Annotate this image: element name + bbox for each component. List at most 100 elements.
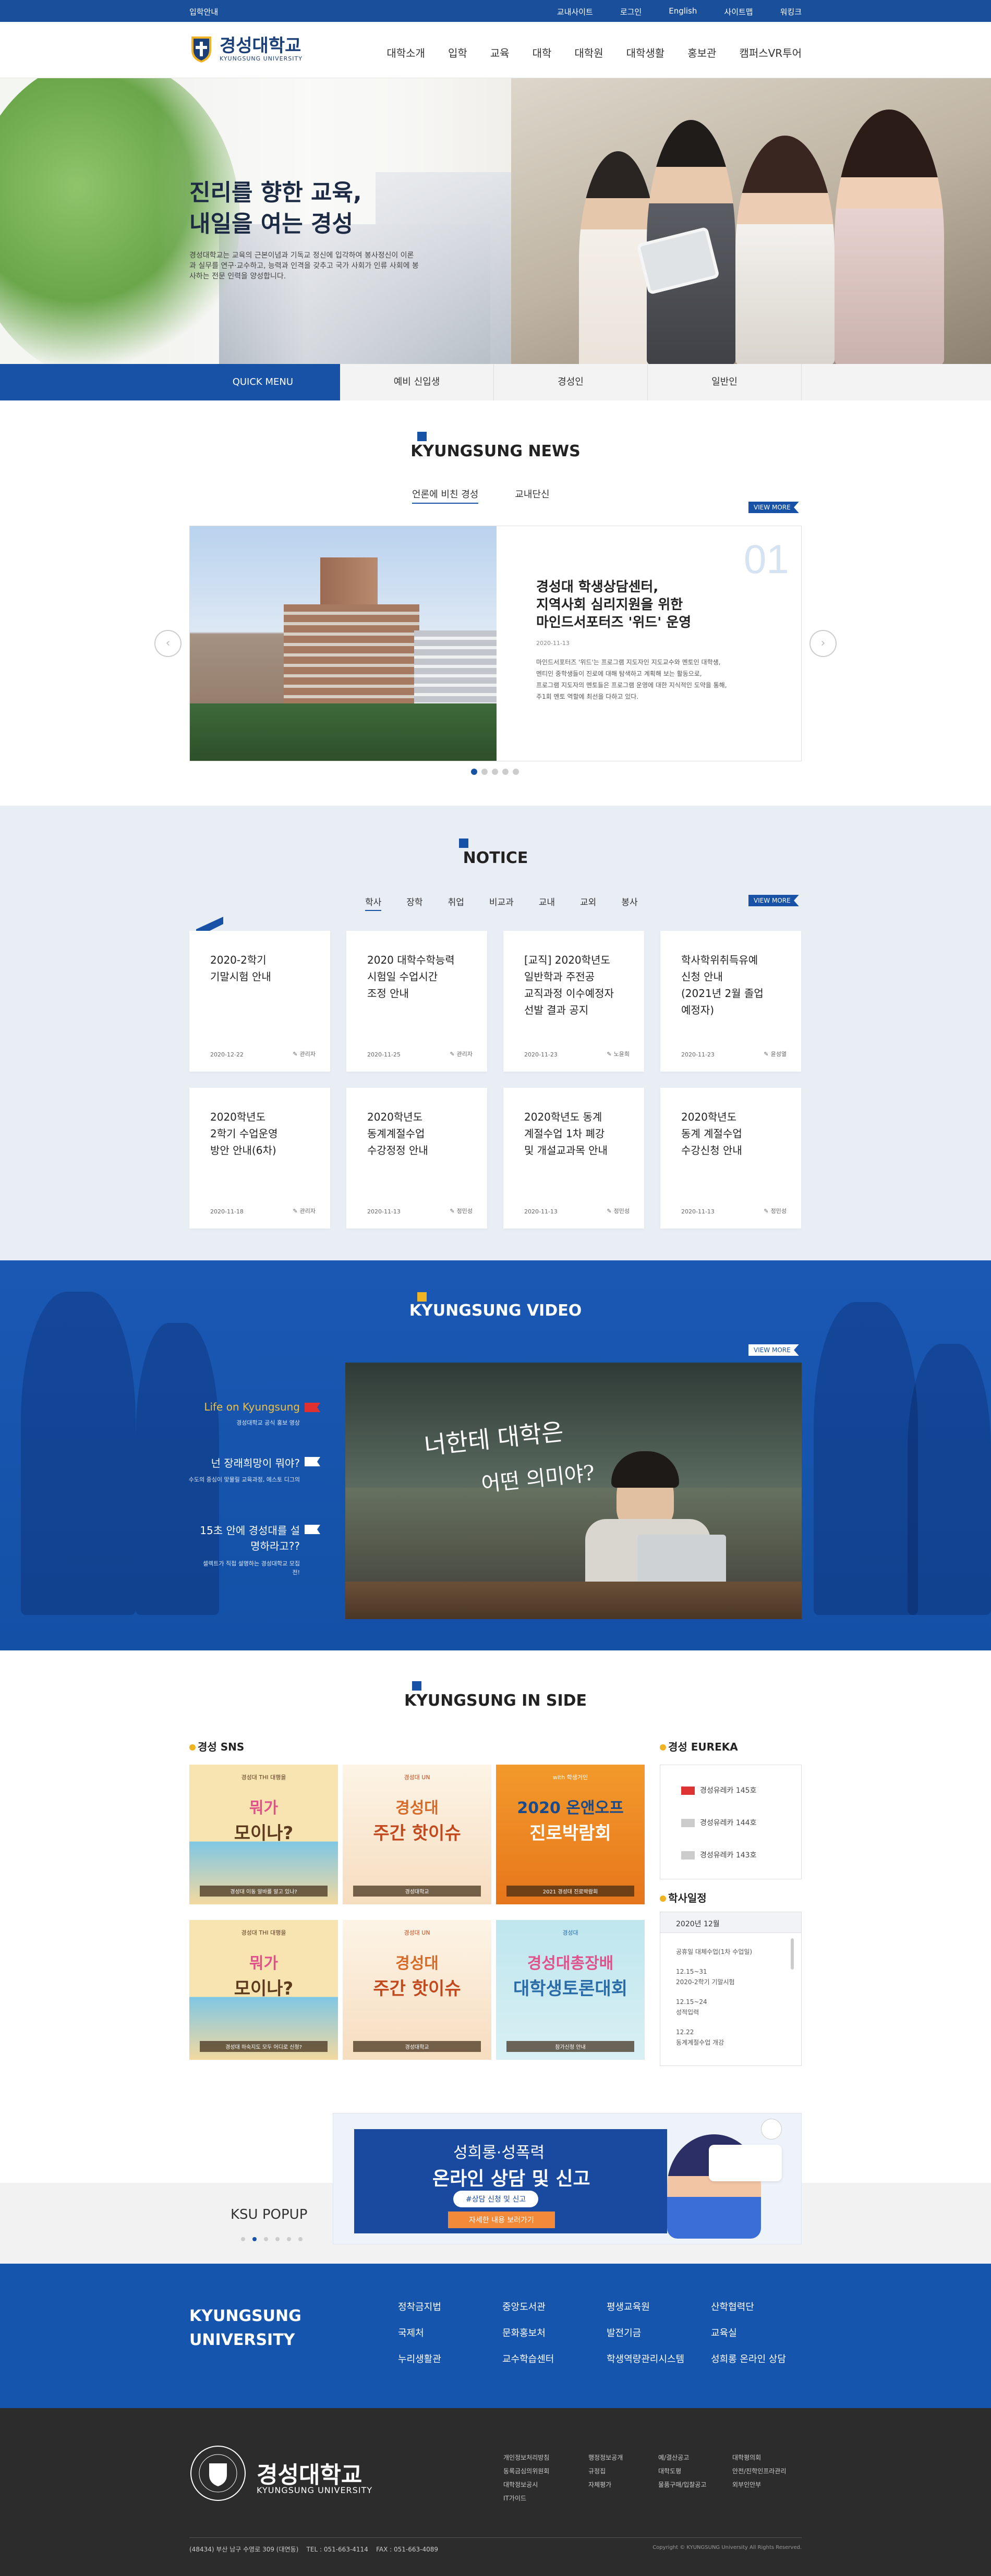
footer-link[interactable]: 발전기금: [607, 2326, 641, 2339]
news-pager-dot[interactable]: [502, 769, 509, 775]
footer-small-link[interactable]: 외부인안부: [732, 2480, 761, 2489]
footer-link[interactable]: 교육실: [711, 2326, 737, 2339]
popup-pager-dot[interactable]: [298, 2237, 303, 2241]
news-next-arrow-icon[interactable]: ›: [809, 630, 837, 657]
footer-link[interactable]: 국제처: [398, 2326, 424, 2339]
eureka-item-145[interactable]: 경성유레카 145호: [681, 1785, 756, 1795]
footer-small-link[interactable]: 대학평의회: [732, 2453, 761, 2462]
footer-small-link[interactable]: 예/결산공고: [658, 2453, 689, 2462]
footer-link[interactable]: 정착금지법: [398, 2300, 441, 2313]
sns-tile[interactable]: 경성대 경성대총장배 대학생토론대회 참가신청 안내: [496, 1920, 645, 2060]
top-link-english[interactable]: English: [669, 6, 697, 17]
popup-pager-dot[interactable]: [252, 2237, 257, 2241]
notice-card[interactable]: 2020-2학기 기말시험 안내 2020-12-22 ✎ 관리자: [189, 931, 330, 1072]
popup-pager-dot[interactable]: [275, 2237, 280, 2241]
popup-pager-dot[interactable]: [241, 2237, 245, 2241]
notice-card-title-line: (2021년 2월 졸업: [681, 987, 764, 1000]
footer-link[interactable]: 누리생활관: [398, 2352, 441, 2365]
sns-tile[interactable]: 경성대 THI 대행을 뭐가 모이나? 경성대 이동 알바를 알고 있나?: [189, 1765, 338, 1904]
tab-campus-news[interactable]: 교내단신: [515, 487, 549, 504]
popup-pager-dot[interactable]: [264, 2237, 268, 2241]
footer-link[interactable]: 중앙도서관: [502, 2300, 546, 2313]
sns-tile-tag: 경성대 THI 대행을: [241, 1774, 286, 1781]
footer-small-link[interactable]: 개인정보처리방침: [503, 2453, 549, 2462]
notice-card[interactable]: 2020 대학수학능력 시험일 수업시간 조정 안내 2020-11-25 ✎ 관리자: [346, 931, 487, 1072]
news-pager-dot[interactable]: [471, 769, 477, 775]
notice-card[interactable]: 2020학년도 동계계절수업 수강정정 안내 2020-11-13 ✎ 정민성: [346, 1088, 487, 1229]
notice-tab-extracurricular[interactable]: 비교과: [489, 895, 514, 911]
quick-item-freshmen[interactable]: 예비 신입생: [340, 364, 494, 400]
tab-press[interactable]: 언론에 비친 경성: [412, 487, 479, 504]
quick-item-students[interactable]: 경성인: [494, 364, 648, 400]
video-list-item-3[interactable]: 15초 안에 경성대를 설명하라고?? 셀렉트가 직접 설명하는 경성대학교 모…: [196, 1523, 300, 1577]
nav-education[interactable]: 교육: [490, 45, 510, 60]
footer-small-link[interactable]: 동록금심의위원회: [503, 2466, 549, 2475]
footer-link[interactable]: 교수학습센터: [502, 2352, 554, 2365]
schedule-item: 12.15~31 2020-2학기 기말시험: [676, 1966, 752, 1987]
video-list-item-1[interactable]: Life on Kyungsung 경성대학교 공식 홍보 영상: [204, 1401, 300, 1427]
footer-small-link[interactable]: 규정집: [588, 2466, 606, 2475]
logo[interactable]: 경성대학교 KYUNGSUNG UNIVERSITY: [189, 34, 303, 64]
footer-small-link[interactable]: 자체평가: [588, 2480, 611, 2489]
notice-tab-academic[interactable]: 학사: [365, 895, 382, 911]
footer-small-link[interactable]: 물품구매/입찰공고: [658, 2480, 706, 2489]
notice-card[interactable]: 학사학위취득유예 신청 안내 (2021년 2월 졸업 예정자) 2020-11-23 ✎…: [660, 931, 801, 1072]
nav-vr-tour[interactable]: 캠퍼스VR투어: [739, 45, 802, 60]
news-pager-dot[interactable]: [492, 769, 498, 775]
footer-link[interactable]: 학생역량관리시스템: [607, 2352, 684, 2365]
top-link-webmail[interactable]: 워킹크: [780, 6, 802, 17]
footer-link[interactable]: 성희롱 온라인 상담: [711, 2352, 786, 2365]
notice-card[interactable]: 2020학년도 동계 계절수업 수강신청 안내 2020-11-13 ✎ 정민성: [660, 1088, 801, 1229]
top-link-sitemap[interactable]: 사이트맵: [724, 6, 753, 17]
news-prev-arrow-icon[interactable]: ‹: [154, 630, 182, 657]
nav-graduate[interactable]: 대학원: [574, 45, 603, 60]
sns-tile-heading: 경성대: [395, 1799, 439, 1817]
pencil-icon: ✎: [450, 1051, 455, 1058]
news-pager-dot[interactable]: [513, 769, 519, 775]
nav-college[interactable]: 대학: [533, 45, 552, 60]
video-view-more-button[interactable]: VIEW MORE: [748, 1344, 799, 1356]
quick-item-public[interactable]: 일반인: [648, 364, 802, 400]
eureka-item-144[interactable]: 경성유레카 144호: [681, 1817, 756, 1828]
footer-small-link[interactable]: 대학도평: [658, 2466, 681, 2475]
footer-link[interactable]: 평생교육원: [607, 2300, 650, 2313]
notice-card[interactable]: 2020학년도 동계 계절수업 1차 폐강 및 개설교과목 안내 2020-11-13…: [503, 1088, 644, 1229]
sns-tile[interactable]: 경성대 UN 경성대 주간 핫이슈 경성대학교: [343, 1765, 491, 1904]
popup-pager-dot[interactable]: [287, 2237, 291, 2241]
top-link-login[interactable]: 로그인: [620, 6, 642, 17]
top-link-intranet[interactable]: 교내사이트: [557, 6, 593, 17]
sns-tile[interactable]: 경성대 UN 경성대 주간 핫이슈 경성대학교: [343, 1920, 491, 2060]
notice-card-writer: ✎ 윤성열: [764, 1050, 787, 1058]
popup-banner[interactable]: 성희롱·성폭력 온라인 상담 및 신고 #상담 신청 및 신고 자세한 내용 보…: [333, 2113, 802, 2244]
eureka-item-143[interactable]: 경성유레카 143호: [681, 1850, 756, 1860]
video-player[interactable]: 너한테 대학은 어떤 의미야?: [345, 1363, 802, 1619]
schedule-scrollbar[interactable]: [791, 1938, 794, 1970]
nav-about[interactable]: 대학소개: [386, 45, 425, 60]
news-card[interactable]: 01 경성대 학생상담센터, 지역사회 심리지원을 위한 마인드서포터즈 '위드…: [189, 526, 802, 761]
footer-link[interactable]: 문화홍보처: [502, 2326, 546, 2339]
news-pager-dot[interactable]: [481, 769, 488, 775]
notice-tab-external[interactable]: 교외: [580, 895, 596, 911]
footer-small-link[interactable]: 대학정보공시: [503, 2480, 538, 2489]
notice-tab-campus[interactable]: 교내: [539, 895, 555, 911]
notice-view-more-button[interactable]: VIEW MORE: [748, 895, 799, 906]
admission-link[interactable]: 입학안내: [189, 6, 218, 17]
nav-admission[interactable]: 입학: [448, 45, 467, 60]
footer-link[interactable]: 산학협력단: [711, 2300, 754, 2313]
footer-small-link[interactable]: IT가이드: [503, 2494, 526, 2502]
notice-card[interactable]: 2020학년도 2학기 수업운영 방안 안내(6차) 2020-11-18 ✎ 관리자: [189, 1088, 330, 1229]
notice-card[interactable]: [교직] 2020학년도 일반학과 주전공 교직과정 이수예정자 선발 결과 공지 20…: [503, 931, 644, 1072]
video-list-item-2[interactable]: 넌 장래희망이 뭐야? 수도의 중심이 맞물릴 교육과정, 에스토 디그의: [185, 1455, 300, 1484]
footer-small-link[interactable]: 안전/진학인프라관리: [732, 2466, 786, 2475]
nav-campus-life[interactable]: 대학생활: [626, 45, 665, 60]
notice-tab-volunteer[interactable]: 봉사: [621, 895, 637, 911]
sns-tile[interactable]: 경성대 THI 대행을 뭐가 모이나? 경성대 하숙지도 모두 어디로 신청?: [189, 1920, 338, 2060]
news-view-more-button[interactable]: VIEW MORE: [748, 502, 799, 513]
nav-pr[interactable]: 홍보관: [687, 45, 716, 60]
notice-tab-scholarship[interactable]: 장학: [406, 895, 422, 911]
sns-tile[interactable]: with 학생거인 2020 온앤오프 진로박람회 2021 경성대 진로박람회: [496, 1765, 645, 1904]
popup-banner-button[interactable]: 자세한 내용 보러가기: [448, 2212, 555, 2228]
notice-card-writer: ✎ 정민성: [764, 1207, 787, 1215]
notice-tab-career[interactable]: 취업: [448, 895, 464, 911]
footer-small-link[interactable]: 행정정보공개: [588, 2453, 623, 2462]
